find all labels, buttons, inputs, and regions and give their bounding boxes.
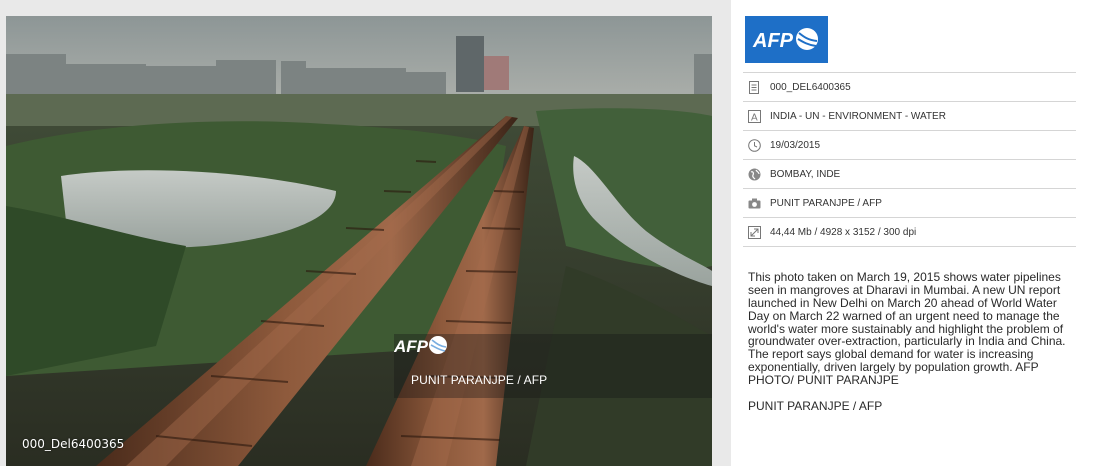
- meta-text: PUNIT PARANJPE / AFP: [770, 197, 882, 209]
- meta-text: INDIA - UN - ENVIRONMENT - WATER: [770, 110, 946, 122]
- caption-credit: PUNIT PARANJPE / AFP: [748, 398, 883, 413]
- photo-id-label: 000_Del6400365: [22, 437, 125, 451]
- meta-text: BOMBAY, INDE: [770, 168, 841, 180]
- afp-brand-logo[interactable]: AFP: [745, 16, 828, 63]
- meta-text: 44,44 Mb / 4928 x 3152 / 300 dpi: [770, 226, 917, 238]
- clock-icon: [747, 138, 761, 152]
- svg-text:AFP: AFP: [394, 337, 429, 356]
- meta-text: 19/03/2015: [770, 139, 821, 151]
- info-panel: AFP 000_DEL6400365 A INDIA - UN - ENVIRO…: [731, 0, 1100, 466]
- camera-icon: [747, 196, 761, 210]
- svg-text:A: A: [751, 112, 758, 123]
- watermark-credit: PUNIT PARANJPE / AFP: [411, 373, 548, 387]
- globe-icon: [747, 167, 761, 181]
- svg-text:AFP: AFP: [752, 30, 794, 52]
- pipeline-photo: [6, 16, 712, 466]
- resize-icon: [747, 225, 761, 239]
- metadata-list: 000_DEL6400365 A INDIA - UN - ENVIRONMEN…: [743, 72, 1076, 247]
- afp-logo-icon: AFP: [752, 28, 818, 52]
- meta-row-keywords: A INDIA - UN - ENVIRONMENT - WATER: [743, 101, 1076, 130]
- caption-text: This photo taken on March 19, 2015 shows…: [748, 269, 1066, 388]
- meta-row-location: BOMBAY, INDE: [743, 159, 1076, 188]
- meta-row-date: 19/03/2015: [743, 130, 1076, 159]
- meta-row-filesize: 44,44 Mb / 4928 x 3152 / 300 dpi: [743, 217, 1076, 247]
- photo-viewer[interactable]: AFP PUNIT PARANJPE / AFP 000_Del6400365: [6, 16, 712, 466]
- meta-row-id: 000_DEL6400365: [743, 72, 1076, 101]
- photo-watermark: AFP PUNIT PARANJPE / AFP: [394, 334, 712, 398]
- meta-text: 000_DEL6400365: [770, 81, 851, 93]
- photo-caption: This photo taken on March 19, 2015 shows…: [748, 258, 1074, 426]
- afp-logo-icon: AFP: [394, 336, 447, 356]
- text-a-icon: A: [747, 109, 761, 123]
- meta-row-photographer: PUNIT PARANJPE / AFP: [743, 188, 1076, 217]
- document-icon: [747, 80, 761, 94]
